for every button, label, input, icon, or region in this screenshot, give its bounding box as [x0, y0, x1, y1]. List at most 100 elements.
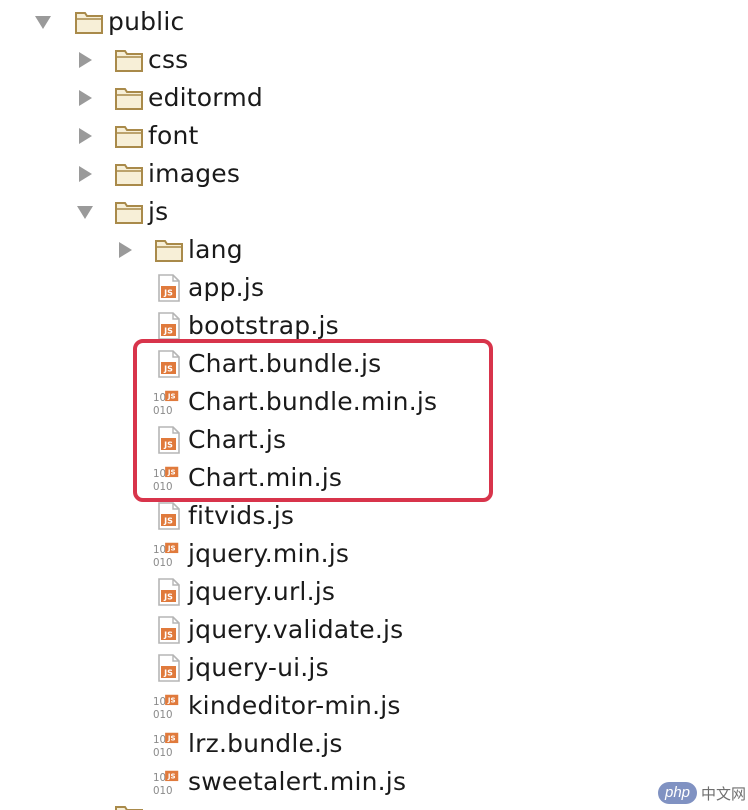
tree-item-label: Chart.min.js	[188, 463, 343, 492]
tree-row-chart-bundle-js[interactable]: JS Chart.bundle.js	[0, 345, 748, 383]
tree-row-chart-bundle-min-js[interactable]: 10 010 JS Chart.bundle.min.js	[0, 383, 748, 421]
tree-item-label: js	[148, 197, 169, 226]
tree-item-label: fitvids.js	[188, 501, 295, 530]
tree-row-js[interactable]: js	[0, 193, 748, 231]
chevron-right-icon[interactable]	[76, 127, 94, 145]
js-badge-text: JS	[163, 441, 173, 450]
tree-item-label: font	[148, 121, 199, 150]
minified-js-file-icon: 10010 JS	[153, 466, 179, 493]
tree-item-label: Chart.js	[188, 425, 287, 454]
tree-item-label: jquery.min.js	[188, 539, 350, 568]
tree-row-font[interactable]: font	[0, 117, 748, 155]
binary-top-text: 10	[153, 734, 166, 746]
binary-top-text: 10	[153, 772, 166, 784]
folder-icon	[115, 88, 143, 110]
tree-row-fitvids-js[interactable]: JS fitvids.js	[0, 497, 748, 535]
tree-row-bootstrap-js[interactable]: JS bootstrap.js	[0, 307, 748, 345]
tree-item-label: css	[148, 45, 189, 74]
minified-js-file-icon: 10010 JS	[153, 770, 179, 797]
folder-icon	[115, 164, 143, 186]
tree-row-jquery-ui-js[interactable]: JS jquery-ui.js	[0, 649, 748, 687]
folder-icon	[115, 126, 143, 148]
chevron-right-icon[interactable]	[76, 51, 94, 69]
tree-item-label: images	[148, 159, 241, 188]
chevron-right-icon[interactable]	[76, 89, 94, 107]
js-file-icon: JS	[158, 312, 180, 340]
tree-item-label: kindeditor-min.js	[188, 691, 401, 720]
js-file-icon: JS	[158, 616, 180, 644]
tree-row-css[interactable]: css	[0, 41, 748, 79]
tree-item-label: bootstrap.js	[188, 311, 339, 340]
binary-bottom-text: 010	[153, 785, 173, 797]
js-badge-text: JS	[167, 772, 176, 781]
chevron-right-icon[interactable]	[76, 165, 94, 183]
js-badge-text: JS	[167, 734, 176, 743]
tree-row-editormd[interactable]: editormd	[0, 79, 748, 117]
binary-top-text: 10	[153, 696, 166, 708]
binary-bottom-text: 010	[153, 557, 173, 569]
tree-row-partial	[0, 801, 748, 810]
js-badge-text: JS	[167, 696, 176, 705]
tree-item-label: jquery-ui.js	[188, 653, 329, 682]
tree-row-lang[interactable]: lang	[0, 231, 748, 269]
chevron-down-icon[interactable]	[34, 13, 52, 31]
js-badge-text: JS	[163, 365, 173, 374]
tree-row-lrz-bundle-js[interactable]: 10 010 JS lrz.bundle.js	[0, 725, 748, 763]
binary-bottom-text: 010	[153, 405, 173, 417]
js-badge-text: JS	[167, 544, 176, 553]
project-file-tree: public css editormd font images js lang …	[0, 0, 748, 810]
tree-item-label: sweetalert.min.js	[188, 767, 407, 796]
watermark-text: 中文网	[701, 784, 747, 803]
binary-top-text: 10	[153, 392, 166, 404]
tree-item-label: editormd	[148, 83, 263, 112]
js-file-icon: JS	[158, 578, 180, 606]
folder-icon	[115, 806, 143, 810]
js-file-icon: JS	[158, 654, 180, 682]
tree-item-label: jquery.url.js	[188, 577, 336, 606]
js-badge-text: JS	[163, 631, 173, 640]
tree-row-kindeditor-min-js[interactable]: 10 010 JS kindeditor-min.js	[0, 687, 748, 725]
folder-icon	[115, 50, 143, 72]
tree-row-public[interactable]: public	[0, 3, 748, 41]
js-badge-text: JS	[167, 468, 176, 477]
minified-js-file-icon: 10010 JS	[153, 694, 179, 721]
tree-row-app-js[interactable]: JS app.js	[0, 269, 748, 307]
watermark: php 中文网	[658, 780, 746, 806]
tree-row-images[interactable]: images	[0, 155, 748, 193]
tree-row-chart-js[interactable]: JS Chart.js	[0, 421, 748, 459]
tree-row-jquery-min-js[interactable]: 10 010 JS jquery.min.js	[0, 535, 748, 573]
js-file-icon: JS	[158, 350, 180, 378]
folder-icon	[75, 12, 103, 34]
tree-item-label: public	[108, 7, 185, 36]
js-file-icon: JS	[158, 426, 180, 454]
tree-item-label: jquery.validate.js	[188, 615, 404, 644]
tree-row-sweetalert-min-js[interactable]: 10 010 JS sweetalert.min.js	[0, 763, 748, 801]
minified-js-file-icon: 10010 JS	[153, 732, 179, 759]
tree-item-label: lang	[188, 235, 243, 264]
tree-row-chart-min-js[interactable]: 10 010 JS Chart.min.js	[0, 459, 748, 497]
folder-icon	[155, 240, 183, 262]
js-badge-text: JS	[167, 392, 176, 401]
js-badge-text: JS	[163, 669, 173, 678]
tree-item-label: lrz.bundle.js	[188, 729, 343, 758]
js-badge-text: JS	[163, 327, 173, 336]
tree-row-jquery-validate-js[interactable]: JS jquery.validate.js	[0, 611, 748, 649]
binary-bottom-text: 010	[153, 481, 173, 493]
tree-row-jquery-url-js[interactable]: JS jquery.url.js	[0, 573, 748, 611]
chevron-down-icon[interactable]	[76, 203, 94, 221]
folder-icon	[115, 202, 143, 224]
tree-item-label: app.js	[188, 273, 265, 302]
binary-top-text: 10	[153, 544, 166, 556]
chevron-right-icon[interactable]	[116, 241, 134, 259]
tree-item-label: Chart.bundle.js	[188, 349, 382, 378]
minified-js-file-icon: 10010 JS	[153, 542, 179, 569]
binary-top-text: 10	[153, 468, 166, 480]
js-file-icon: JS	[158, 502, 180, 530]
js-badge-text: JS	[163, 593, 173, 602]
tree-item-label: Chart.bundle.min.js	[188, 387, 438, 416]
minified-js-file-icon: 10010 JS	[153, 390, 179, 417]
binary-bottom-text: 010	[153, 709, 173, 721]
js-badge-text: JS	[163, 289, 173, 298]
binary-bottom-text: 010	[153, 747, 173, 759]
js-file-icon: JS	[158, 274, 180, 302]
